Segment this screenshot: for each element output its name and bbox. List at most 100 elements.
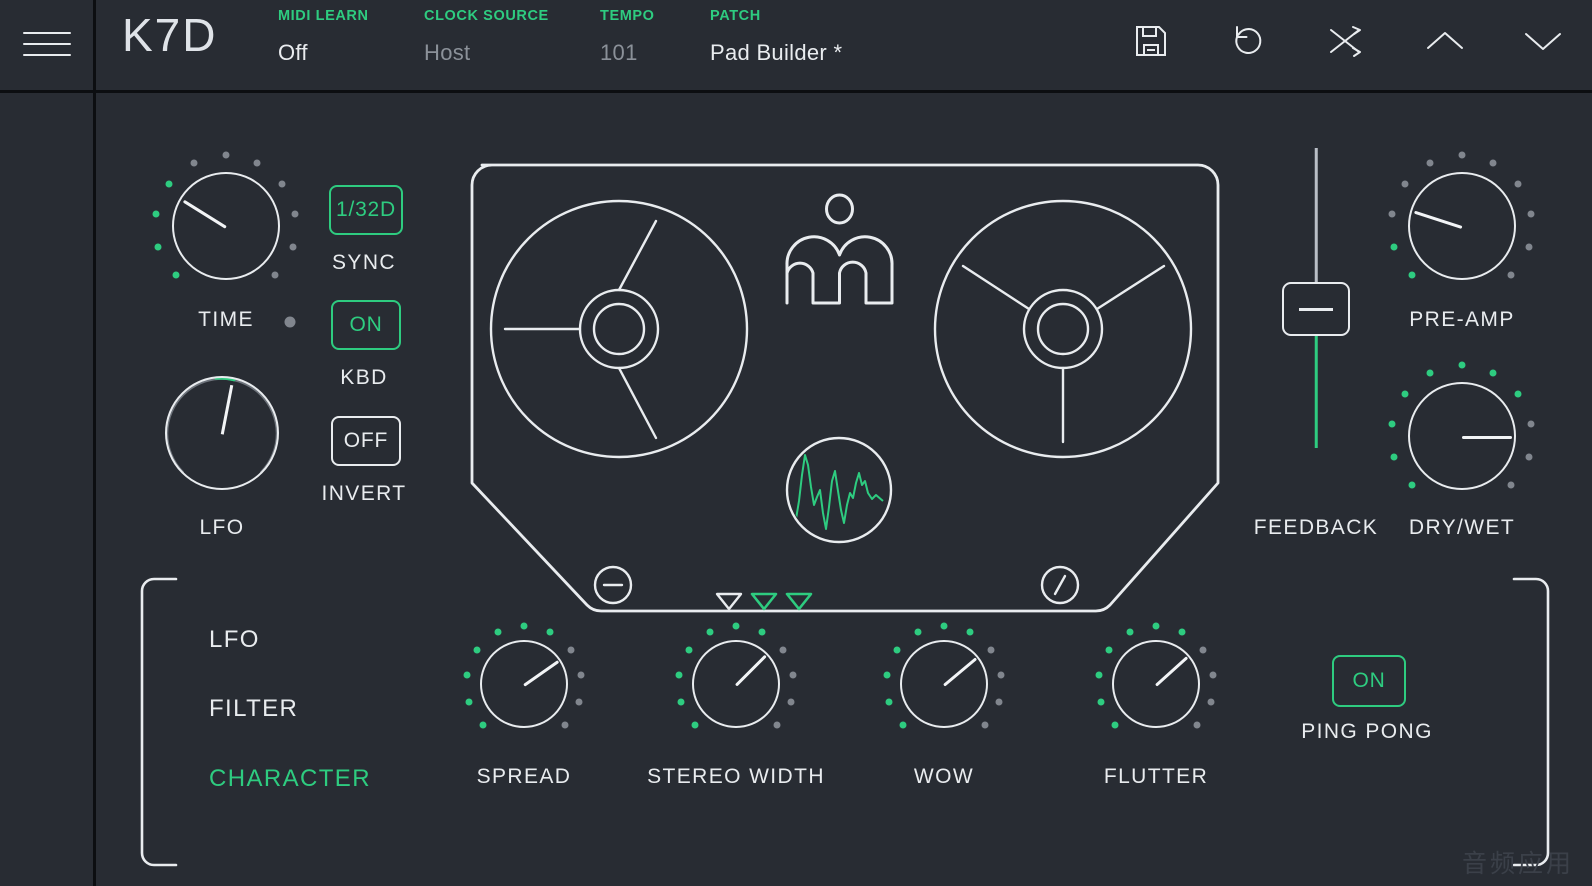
header-field-midi-learn[interactable]: MIDI LEARN Off [278, 8, 369, 66]
tape-deck [450, 153, 1230, 623]
knob-tick-dot [1207, 698, 1215, 706]
tape-reel-left[interactable] [488, 198, 750, 460]
panel-bracket-left [140, 577, 178, 867]
dry-wet-label: DRY/WET [1408, 516, 1516, 539]
knob-tick-dot [1105, 646, 1113, 654]
knob-tick-dot [1401, 390, 1408, 398]
knob-tick-dot [1209, 671, 1217, 679]
header-field-clock-source[interactable]: CLOCK SOURCE Host [424, 8, 549, 66]
kbd-button[interactable]: ON [331, 300, 401, 350]
stereo-width-knob[interactable] [666, 614, 806, 754]
preset-next-icon[interactable] [1522, 18, 1564, 64]
knob-tick-dot [172, 271, 180, 279]
knob-tick-dot [987, 646, 995, 654]
patch-value[interactable]: Pad Builder * [710, 40, 842, 66]
knob-tick-dot [1390, 453, 1398, 461]
knob-tick-dot [1111, 721, 1119, 729]
knob-tick-dot [575, 698, 583, 706]
minus-in-circle-icon[interactable] [591, 563, 635, 612]
waveform-oscilloscope [784, 435, 894, 550]
tape-indicator-2[interactable] [749, 591, 779, 612]
knob-tick-dot [789, 671, 797, 679]
clock-source-value[interactable]: Host [424, 40, 549, 66]
knob-tick-dot [1388, 420, 1396, 428]
dry-wet-knob[interactable] [1384, 358, 1539, 513]
preset-prev-icon[interactable] [1424, 18, 1466, 64]
time-modulation-indicator [284, 316, 296, 328]
sync-button[interactable]: 1/32D [329, 185, 403, 235]
wow-knob[interactable] [874, 614, 1014, 754]
hamburger-icon[interactable] [23, 22, 71, 66]
header-bar: K7D MIDI LEARN Off CLOCK SOURCE Host TEM… [0, 0, 1592, 90]
knob-tick-dot [787, 698, 795, 706]
knob-tick-dot [1426, 369, 1433, 377]
knob-tick-dot [1390, 243, 1398, 251]
flutter-label: FLUTTER [1103, 765, 1209, 788]
knob-tick-dot [271, 271, 279, 279]
fader-handle[interactable] [1282, 282, 1350, 336]
knob-tick-dot [691, 721, 699, 729]
tape-indicator-1[interactable] [714, 591, 744, 612]
tape-indicator-3[interactable] [784, 591, 814, 612]
brand-title: K7D [122, 9, 218, 61]
knob-tick-dot [1489, 369, 1497, 377]
fader-handle-grip [1299, 307, 1333, 311]
time-knob[interactable] [148, 148, 303, 303]
knob-tick-dot [1199, 646, 1207, 654]
plugin-window: K7D MIDI LEARN Off CLOCK SOURCE Host TEM… [0, 0, 1592, 886]
spread-label: SPREAD [476, 765, 572, 788]
knob-tick-dot [677, 698, 685, 706]
knob-tick-dot [1458, 151, 1465, 159]
knob-tick-dot [165, 180, 172, 188]
flutter-knob[interactable] [1086, 614, 1226, 754]
knob-tick-dot [1514, 180, 1522, 188]
tab-filter[interactable]: FILTER [209, 695, 298, 723]
patch-label: PATCH [710, 8, 761, 24]
knob-tick-dot [732, 622, 740, 630]
ping-pong-button[interactable]: ON [1332, 655, 1406, 707]
spread-knob[interactable] [454, 614, 594, 754]
clock-source-label: CLOCK SOURCE [424, 8, 549, 24]
knob-tick-dot [899, 721, 907, 729]
tab-lfo[interactable]: LFO [209, 626, 260, 654]
time-label: TIME [198, 308, 254, 331]
hamburger-line [23, 43, 71, 45]
ping-pong-label: PING PONG [1301, 720, 1433, 743]
lfo-knob[interactable] [152, 363, 292, 503]
tempo-value[interactable]: 101 [600, 40, 655, 66]
knob-tick-dot [1527, 420, 1535, 428]
knob-tick-dot [494, 628, 502, 636]
knob-tick-dot [1401, 180, 1408, 188]
fader-track-lower [1314, 333, 1318, 448]
knob-tick-dot [685, 646, 693, 654]
knob-tick-dot [1507, 481, 1515, 489]
knob-tick-dot [465, 698, 473, 706]
feedback-fader[interactable] [1276, 148, 1356, 448]
header-field-patch[interactable]: PATCH Pad Builder * [710, 8, 842, 66]
knob-tick-dot [1525, 243, 1532, 251]
tab-character[interactable]: CHARACTER [209, 765, 371, 793]
knob-tick-dot [883, 671, 891, 679]
randomize-icon[interactable] [1326, 18, 1368, 64]
pre-amp-knob[interactable] [1384, 148, 1539, 303]
tape-reel-right[interactable] [932, 198, 1194, 460]
invert-label: INVERT [321, 482, 407, 505]
slash-in-circle-icon[interactable] [1038, 563, 1082, 612]
knob-tick-dot [520, 622, 528, 630]
knob-tick-dot [1193, 721, 1201, 729]
stereo-width-label: STEREO WIDTH [647, 765, 825, 788]
knob-tick-dot [1525, 453, 1532, 461]
midi-learn-label: MIDI LEARN [278, 8, 369, 24]
undo-icon[interactable] [1228, 18, 1270, 64]
knob-tick-dot [561, 721, 569, 729]
watermark: 音频应用 [1461, 850, 1574, 878]
midi-learn-value[interactable]: Off [278, 40, 369, 66]
knob-tick-dot [1426, 159, 1433, 167]
invert-button[interactable]: OFF [331, 416, 401, 466]
lfo-label: LFO [199, 516, 245, 539]
knob-tick-dot [546, 628, 554, 636]
kbd-label: KBD [340, 366, 388, 389]
knob-tick-dot [997, 671, 1005, 679]
header-field-tempo[interactable]: TEMPO 101 [600, 8, 655, 66]
save-icon[interactable] [1130, 18, 1172, 64]
